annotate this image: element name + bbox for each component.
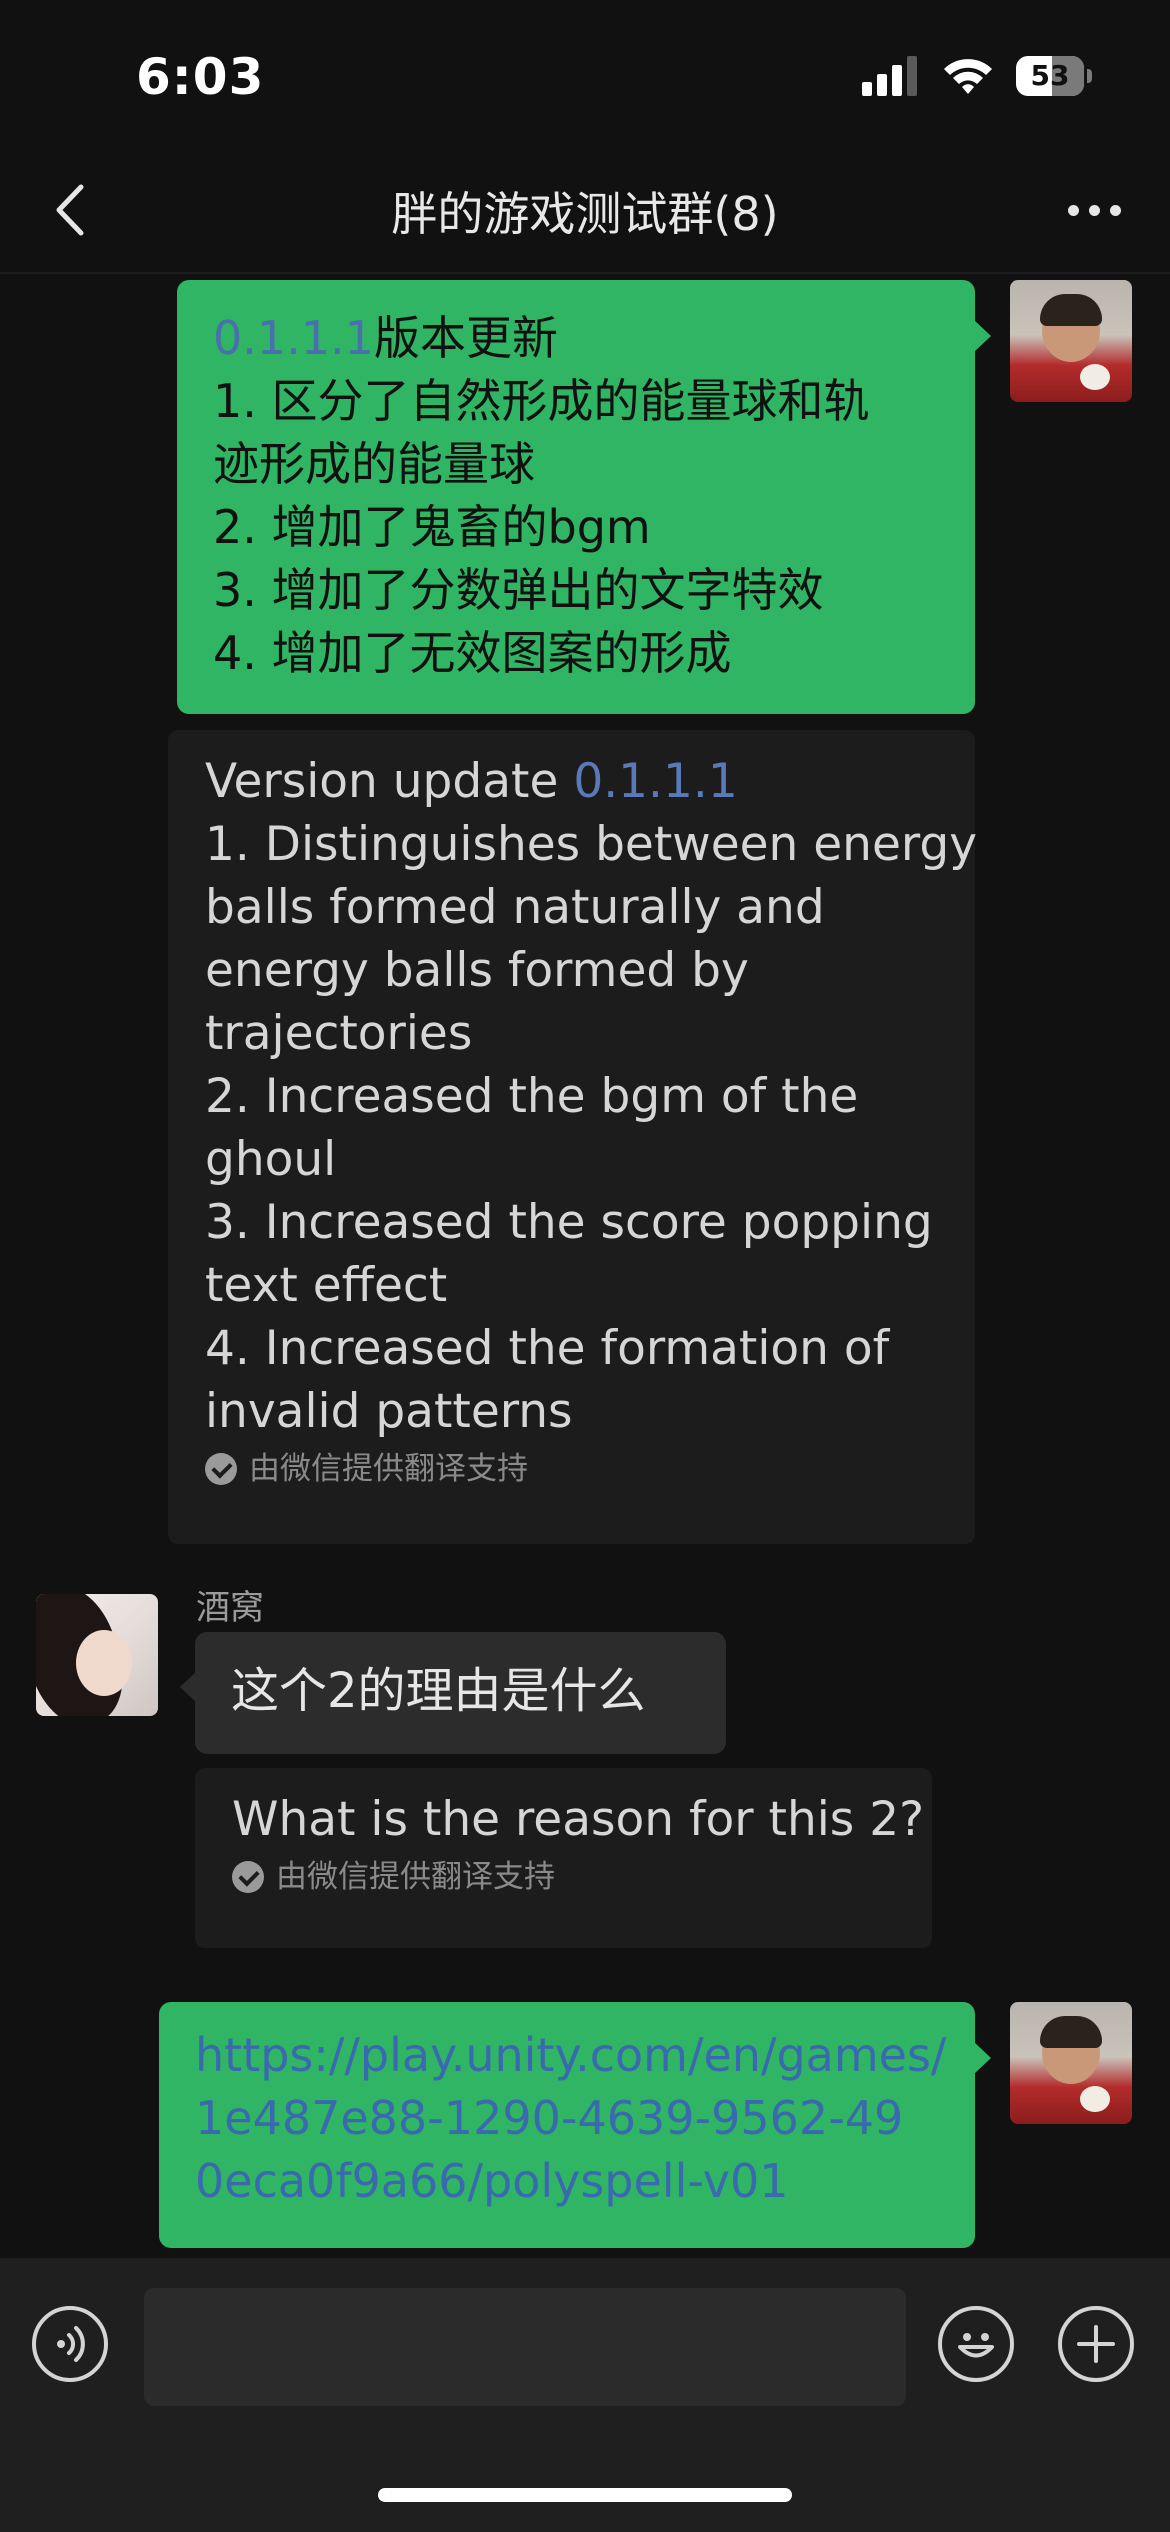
translation-credit: 由微信提供翻译支持 <box>205 1449 975 1489</box>
message-line: 迹形成的能量球 <box>213 437 535 491</box>
chat-title: 胖的游戏测试群(8) <box>391 187 779 241</box>
translation-text: What is the reason for this 2? <box>232 1792 925 1847</box>
translation-line: 3. Increased the score popping <box>205 1195 933 1250</box>
message-list[interactable]: 0.1.1.1版本更新 1. 区分了自然形成的能量球和轨 迹形成的能量球 2. … <box>0 274 1170 2258</box>
message-bubble-received[interactable]: 这个2的理由是什么 <box>180 1632 726 1754</box>
wifi-icon <box>944 59 992 94</box>
back-button[interactable] <box>40 180 100 240</box>
status-bar: 6:03 53 <box>0 0 1170 150</box>
translation-line: balls formed naturally and <box>205 880 825 935</box>
translation-line: text effect <box>205 1258 448 1313</box>
more-icon <box>1067 204 1079 216</box>
url-line: 1e487e88-1290-4639-9562-49 <box>195 2091 904 2145</box>
plus-icon <box>1077 2325 1115 2363</box>
status-icons: 53 <box>862 54 1092 98</box>
translation-card[interactable]: What is the reason for this 2? 由微信提供翻译支持 <box>195 1768 932 1948</box>
translation-prefix: Version update <box>205 754 574 809</box>
translation-credit: 由微信提供翻译支持 <box>232 1857 932 1897</box>
message-bubble-sent[interactable]: 0.1.1.1版本更新 1. 区分了自然形成的能量球和轨 迹形成的能量球 2. … <box>177 280 991 714</box>
emoji-button[interactable] <box>938 2306 1014 2382</box>
check-circle-icon <box>205 1453 237 1485</box>
check-circle-icon <box>232 1861 264 1893</box>
version-number: 0.1.1.1 <box>213 311 374 365</box>
translation-credit-text: 由微信提供翻译支持 <box>249 1451 528 1487</box>
translation-card[interactable]: Version update 0.1.1.1 1. Distinguishes … <box>168 730 978 1544</box>
message-line: 4. 增加了无效图案的形成 <box>213 626 732 680</box>
translation-line: trajectories <box>205 1006 473 1061</box>
translation-line: 1. Distinguishes between energy <box>205 817 978 872</box>
battery-icon: 53 <box>1016 56 1092 96</box>
url-line: 0eca0f9a66/polyspell-v01 <box>195 2154 789 2208</box>
home-indicator[interactable] <box>378 2488 792 2502</box>
sender-name: 酒窝 <box>196 1588 264 1628</box>
signal-icon <box>862 56 917 96</box>
translation-credit-text: 由微信提供翻译支持 <box>276 1859 555 1895</box>
status-time: 6:03 <box>136 48 265 106</box>
message-bubble-sent[interactable]: https://play.unity.com/en/games/ 1e487e8… <box>159 2002 991 2248</box>
avatar-self[interactable] <box>1010 2002 1132 2124</box>
message-line: 3. 增加了分数弹出的文字特效 <box>213 563 824 617</box>
message-input[interactable] <box>144 2288 906 2406</box>
plus-button[interactable] <box>1058 2306 1134 2382</box>
chat-header: 胖的游戏测试群(8) <box>0 150 1170 274</box>
voice-icon <box>57 2326 85 2362</box>
translation-line: 2. Increased the bgm of the <box>205 1069 859 1124</box>
translation-line: 4. Increased the formation of <box>205 1321 890 1376</box>
more-button[interactable] <box>1054 180 1134 240</box>
version-number: 0.1.1.1 <box>573 754 738 809</box>
emoji-icon <box>958 2333 994 2358</box>
chevron-left-icon <box>56 184 84 236</box>
message-text: 这个2的理由是什么 <box>231 1663 646 1719</box>
translation-line: invalid patterns <box>205 1384 573 1439</box>
avatar-jiuwo[interactable] <box>36 1594 158 1716</box>
message-line: 1. 区分了自然形成的能量球和轨 <box>213 374 870 428</box>
message-line: 2. 增加了鬼畜的bgm <box>213 500 651 554</box>
translation-line: ghoul <box>205 1132 337 1187</box>
url-link[interactable]: https://play.unity.com/en/games/ 1e487e8… <box>195 2024 975 2213</box>
battery-level: 53 <box>1030 59 1070 92</box>
message-heading: 版本更新 <box>373 311 558 365</box>
url-line: https://play.unity.com/en/games/ <box>195 2028 947 2082</box>
voice-button[interactable] <box>32 2306 108 2382</box>
translation-line: energy balls formed by <box>205 943 749 998</box>
avatar-self[interactable] <box>1010 280 1132 402</box>
